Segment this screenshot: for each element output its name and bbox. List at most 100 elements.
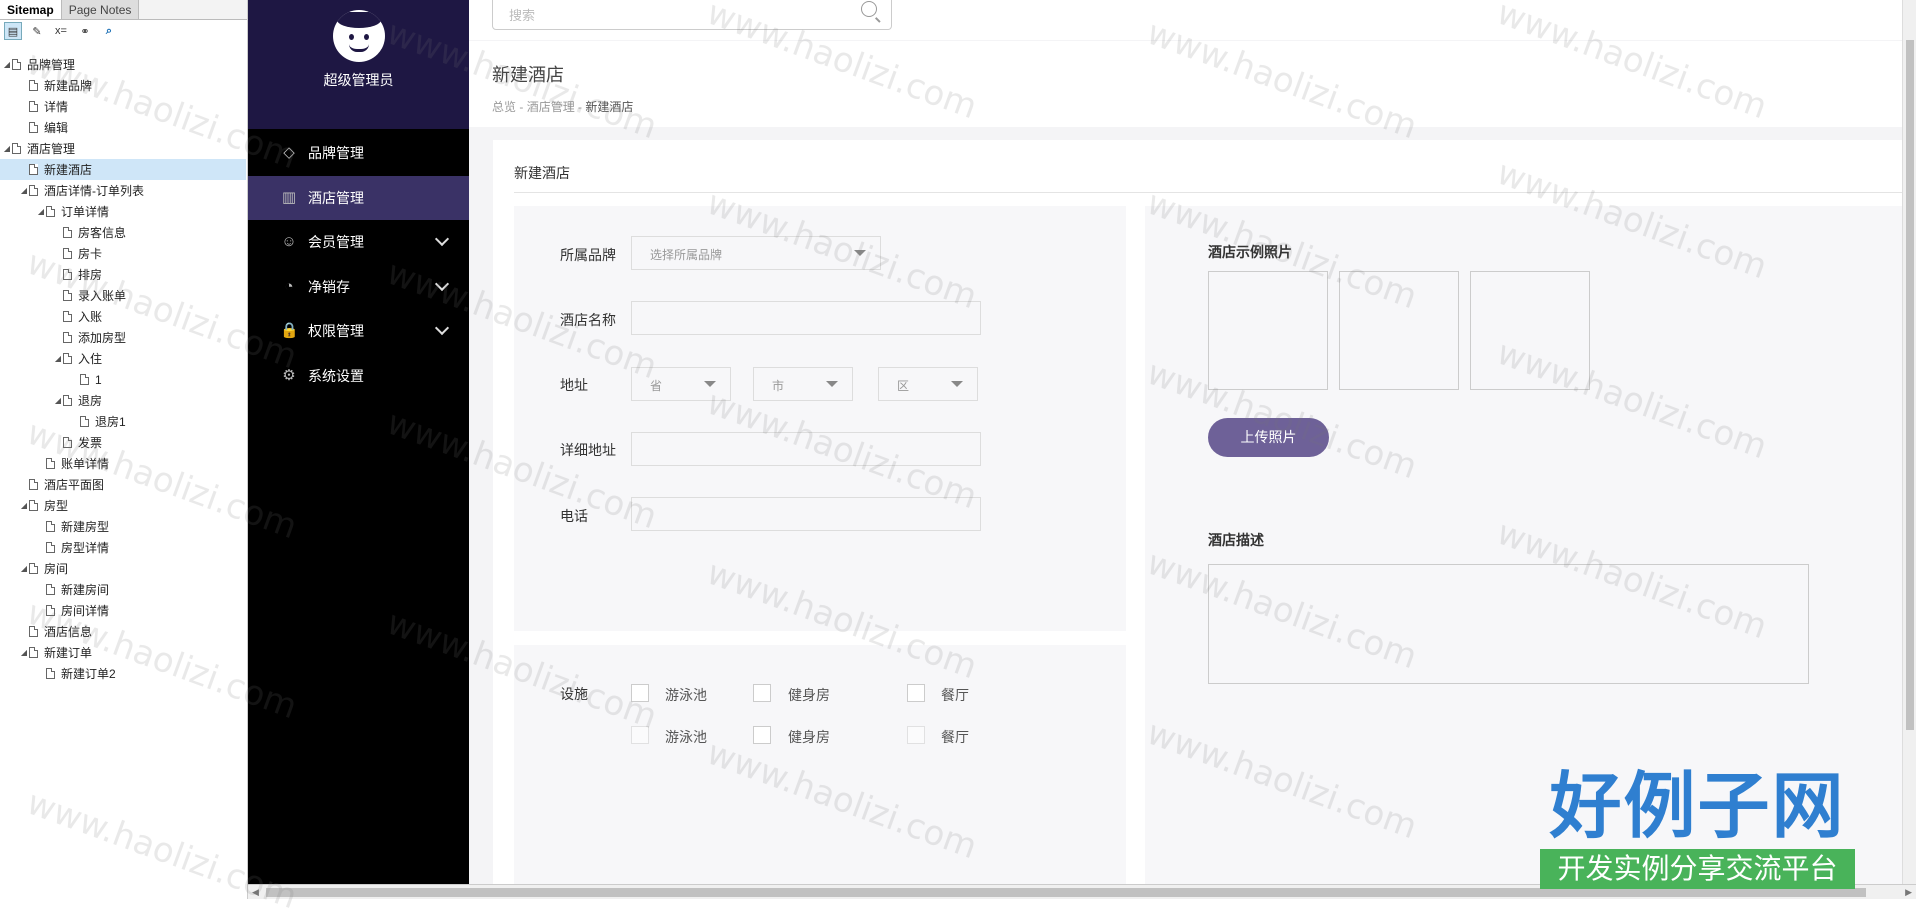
page-icon	[29, 101, 38, 112]
sitemap-node[interactable]: 账单详情	[0, 453, 246, 474]
page-icon	[46, 206, 55, 217]
search-icon[interactable]: ⌕	[100, 22, 118, 40]
sitemap-node[interactable]: 发票	[0, 432, 246, 453]
expand-triangle-icon[interactable]: ◢	[53, 354, 63, 363]
tab-sitemap[interactable]: Sitemap	[0, 0, 62, 19]
expand-triangle-icon[interactable]: ◢	[2, 144, 12, 153]
sitemap-node[interactable]: 排房	[0, 264, 246, 285]
sitemap-node[interactable]: 房间详情	[0, 600, 246, 621]
page-view-icon[interactable]: ▤	[4, 22, 22, 40]
sitemap-node-label: 酒店详情-订单列表	[44, 184, 144, 198]
facility-checkbox[interactable]	[753, 726, 771, 744]
variables-icon[interactable]: x=	[52, 22, 70, 40]
sitemap-node[interactable]: 1	[0, 369, 246, 390]
sitemap-node[interactable]: ◢ 订单详情	[0, 201, 246, 222]
sitemap-node[interactable]: 房卡	[0, 243, 246, 264]
city-value: 市	[772, 379, 785, 393]
description-textarea[interactable]	[1208, 564, 1809, 684]
photo-slot[interactable]	[1470, 271, 1590, 390]
page-icon	[46, 542, 55, 553]
sitemap-node[interactable]: ◢ 新建订单	[0, 642, 246, 663]
scroll-left-icon[interactable]: ◀	[252, 887, 259, 898]
sitemap-node[interactable]: 退房1	[0, 411, 246, 432]
chevron-down-icon[interactable]	[434, 232, 450, 247]
sitemap-node[interactable]: ◢ 酒店管理	[0, 138, 246, 159]
sidebar-item[interactable]: ⚙ 系统设置	[248, 354, 469, 398]
chevron-down-icon[interactable]	[434, 321, 450, 336]
sitemap-node[interactable]: 酒店平面图	[0, 474, 246, 495]
page-icon	[80, 416, 89, 427]
page-icon	[63, 437, 72, 448]
sitemap-node[interactable]: 添加房型	[0, 327, 246, 348]
vertical-scrollbar[interactable]	[1902, 0, 1916, 884]
sitemap-node-label: 房客信息	[78, 226, 127, 240]
province-select[interactable]: 省	[631, 367, 731, 401]
facility-checkbox[interactable]	[631, 726, 649, 744]
photo-slot[interactable]	[1208, 271, 1328, 390]
highlight-icon[interactable]: ✎	[28, 22, 46, 40]
sitemap-node[interactable]: ◢ 酒店详情-订单列表	[0, 180, 246, 201]
scroll-thumb[interactable]	[1906, 40, 1914, 730]
sitemap-node-label: 新建房型	[61, 520, 110, 534]
expand-triangle-icon[interactable]: ◢	[19, 648, 29, 657]
sidebar-item[interactable]: ☺ 会员管理	[248, 220, 469, 264]
tab-page-notes[interactable]: Page Notes	[61, 0, 140, 19]
sitemap-node[interactable]: ◢ 品牌管理	[0, 54, 246, 75]
expand-triangle-icon[interactable]: ◢	[2, 60, 12, 69]
sidebar-item[interactable]: ◔ 净销存	[248, 265, 469, 309]
sidebar-item[interactable]: ▥ 酒店管理	[248, 175, 469, 220]
sitemap-node[interactable]: 酒店信息	[0, 621, 246, 642]
address-label: 地址	[560, 377, 588, 393]
sitemap-node[interactable]: 详情	[0, 96, 246, 117]
page-icon	[29, 563, 38, 574]
district-select[interactable]: 区	[878, 367, 978, 401]
chevron-down-icon[interactable]	[434, 276, 450, 291]
sitemap-node[interactable]: 新建房型	[0, 516, 246, 537]
facility-checkbox[interactable]	[753, 684, 771, 702]
phone-input[interactable]	[631, 497, 981, 531]
sitemap-node-label: 新建订单2	[61, 667, 116, 681]
page-icon	[63, 332, 72, 343]
facility-label: 健身房	[788, 729, 830, 745]
upload-photo-button[interactable]: 上传照片	[1208, 418, 1329, 457]
sitemap-node[interactable]: 录入账单	[0, 285, 246, 306]
city-select[interactable]: 市	[753, 367, 853, 401]
facility-checkbox[interactable]	[631, 684, 649, 702]
sitemap-node[interactable]: ◢ 入住	[0, 348, 246, 369]
expand-triangle-icon[interactable]: ◢	[53, 396, 63, 405]
sitemap-node[interactable]: 入账	[0, 306, 246, 327]
expand-triangle-icon[interactable]: ◢	[19, 186, 29, 195]
facility-checkbox[interactable]	[907, 684, 925, 702]
sitemap-node[interactable]: 新建品牌	[0, 75, 246, 96]
sitemap-node[interactable]: ◢ 房型	[0, 495, 246, 516]
brand-select[interactable]: 选择所属品牌	[631, 236, 881, 270]
sitemap-node[interactable]: 房客信息	[0, 222, 246, 243]
scroll-right-icon[interactable]: ▶	[1905, 887, 1912, 898]
expand-triangle-icon[interactable]: ◢	[36, 207, 46, 216]
link-icon[interactable]: ⚭	[76, 22, 94, 40]
photo-slot[interactable]	[1339, 271, 1459, 390]
sitemap-node[interactable]: ◢ 退房	[0, 390, 246, 411]
expand-triangle-icon[interactable]: ◢	[19, 564, 29, 573]
search-icon[interactable]	[861, 1, 877, 17]
breadcrumb-item[interactable]: 酒店管理	[527, 100, 575, 114]
avatar[interactable]	[332, 10, 385, 62]
sidebar-item[interactable]: ◇ 品牌管理	[248, 131, 469, 175]
sitemap-node[interactable]: 房型详情	[0, 537, 246, 558]
hotel-name-input[interactable]	[631, 301, 981, 335]
expand-triangle-icon[interactable]: ◢	[19, 501, 29, 510]
search-input[interactable]: 搜索	[492, 0, 892, 30]
facility-label: 餐厅	[941, 729, 969, 745]
sitemap-node[interactable]: 新建酒店	[0, 159, 246, 180]
sitemap-node[interactable]: 新建订单2	[0, 663, 246, 684]
sitemap-node[interactable]: 编辑	[0, 117, 246, 138]
breadcrumb-item[interactable]: 总览	[492, 100, 516, 114]
sitemap-node[interactable]: ◢ 房间	[0, 558, 246, 579]
detail-address-input[interactable]	[631, 432, 981, 466]
sitemap-node-label: 新建房间	[61, 583, 110, 597]
lock-icon: 🔒	[280, 322, 299, 340]
facility-checkbox[interactable]	[907, 726, 925, 744]
sitemap-node[interactable]: 新建房间	[0, 579, 246, 600]
sitemap-node-label: 发票	[78, 436, 103, 450]
sidebar-item[interactable]: 🔒 权限管理	[248, 309, 469, 353]
